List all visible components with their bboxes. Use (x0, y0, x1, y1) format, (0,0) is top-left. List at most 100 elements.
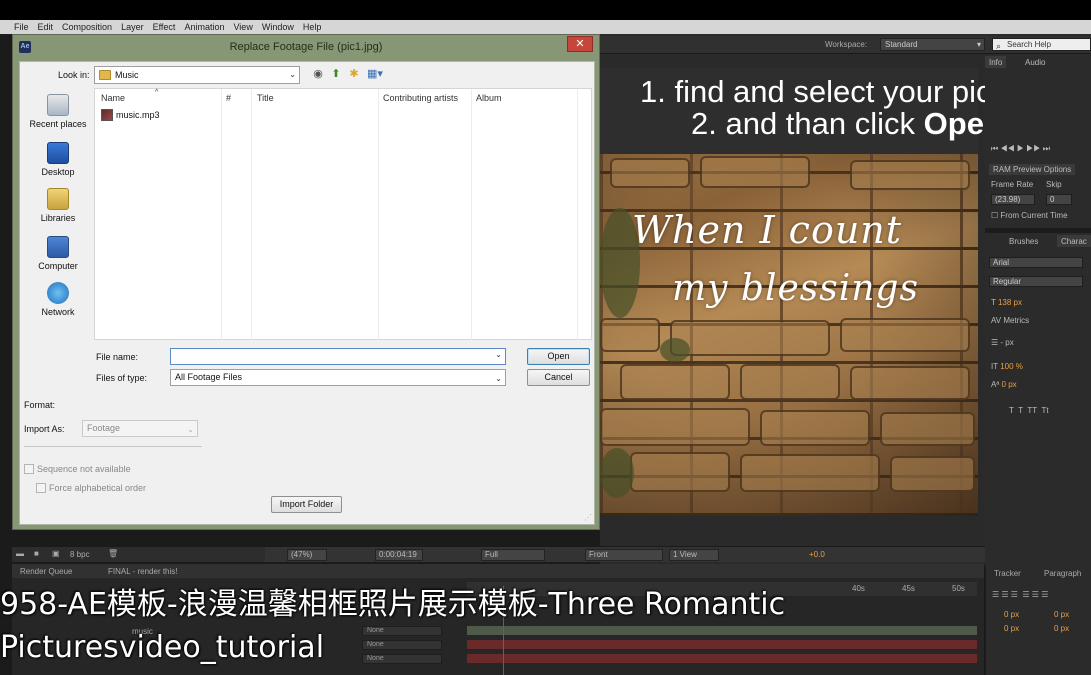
place-recent[interactable]: Recent places (24, 94, 92, 129)
import-folder-button[interactable]: Import Folder (271, 496, 342, 513)
tracking-value: Metrics (1003, 316, 1030, 325)
resize-grip-icon[interactable]: ⋰ (584, 513, 592, 522)
interpret-footage-icon[interactable]: ▬ (16, 549, 24, 558)
tab-paragraph[interactable]: Paragraph (1044, 569, 1081, 578)
caption-line-2: Picturesvideo_tutorial (0, 630, 325, 665)
menu-animation[interactable]: Animation (184, 22, 224, 32)
tab-tracker[interactable]: Tracker (994, 569, 1021, 578)
cancel-button[interactable]: Cancel (527, 369, 590, 386)
menu-layer[interactable]: Layer (121, 22, 144, 32)
menu-window[interactable]: Window (262, 22, 294, 32)
exposure-value[interactable]: +0.0 (809, 550, 825, 559)
search-help-placeholder: Search Help (1007, 40, 1052, 49)
column-header-title[interactable]: Title (257, 93, 274, 103)
import-as-label: Import As: (24, 424, 65, 434)
skip-select[interactable]: 0 (1046, 194, 1072, 205)
up-folder-icon[interactable]: ⬆ (330, 68, 342, 80)
tab-render-queue[interactable]: Render Queue (20, 567, 72, 576)
tab-info[interactable]: Info (985, 56, 1007, 68)
menu-effect[interactable]: Effect (153, 22, 176, 32)
file-name-input[interactable]: ⌄ (170, 348, 506, 365)
chevron-down-icon[interactable]: ⌄ (495, 350, 502, 359)
column-header-album[interactable]: Album (476, 93, 502, 103)
camera-select[interactable]: Front (585, 549, 663, 561)
folder-icon[interactable]: ■ (34, 549, 39, 558)
view-layout-select[interactable]: 1 View (669, 549, 719, 561)
menu-file[interactable]: File (14, 22, 29, 32)
chevron-down-icon: ⌄ (187, 425, 194, 434)
sequence-checkbox[interactable]: Sequence not available (24, 464, 131, 474)
trash-icon[interactable]: 🗑 (108, 549, 118, 558)
place-libraries[interactable]: Libraries (24, 188, 92, 223)
tracking-field[interactable]: AV Metrics (991, 316, 1029, 325)
leading-field[interactable]: ☰ - px (991, 338, 1014, 347)
search-icon: ⌕ (996, 41, 1002, 51)
force-alphabetical-checkbox[interactable]: Force alphabetical order (36, 483, 146, 493)
workspace-select[interactable]: Standard ▾ (880, 38, 985, 51)
zoom-select[interactable]: (47%) (287, 549, 327, 561)
vertical-scale-field[interactable]: IT 100 % (991, 362, 1023, 371)
brick (700, 156, 810, 188)
tab-final-comp[interactable]: FINAL - render this! (108, 567, 178, 576)
computer-icon (47, 236, 69, 258)
menu-bar: File Edit Composition Layer Effect Anima… (0, 20, 1091, 34)
menu-edit[interactable]: Edit (38, 22, 54, 32)
from-current-time-label: From Current Time (1000, 211, 1068, 220)
place-network-label: Network (41, 307, 75, 317)
tab-audio[interactable]: Audio (1021, 56, 1050, 68)
current-time-display[interactable]: 0:00:04:19 (375, 549, 423, 561)
place-network[interactable]: Network (24, 282, 92, 317)
font-size-value: 138 px (997, 298, 1023, 307)
font-family-select[interactable]: Arial (989, 257, 1083, 268)
search-help-input[interactable]: ⌕ Search Help (992, 38, 1091, 51)
tab-brushes[interactable]: Brushes (1005, 235, 1043, 247)
place-recent-label: Recent places (29, 119, 87, 129)
open-button[interactable]: Open (527, 348, 590, 365)
menu-composition[interactable]: Composition (62, 22, 112, 32)
column-divider (378, 89, 379, 341)
look-in-select[interactable]: Music ⌄ (94, 66, 300, 84)
view-menu-icon[interactable]: ▦▾ (366, 68, 384, 80)
place-computer[interactable]: Computer (24, 236, 92, 271)
from-current-time-option[interactable]: ☐ From Current Time (991, 211, 1068, 220)
font-style-select[interactable]: Regular (989, 276, 1083, 287)
column-header-number[interactable]: # (226, 93, 231, 103)
new-folder-icon[interactable]: ✱ (348, 68, 360, 80)
file-list[interactable]: Name ^ # Title Contributing artists Albu… (94, 88, 592, 341)
font-size-icon: T (991, 298, 996, 307)
file-name-label: File name: (96, 352, 139, 362)
baseline-shift-field[interactable]: Aª 0 px (991, 380, 1017, 389)
menu-help[interactable]: Help (303, 22, 322, 32)
column-divider (221, 89, 222, 341)
screen: File Edit Composition Layer Effect Anima… (0, 0, 1091, 675)
font-size-field[interactable]: T 138 px (991, 298, 1022, 307)
column-header-name[interactable]: Name (101, 93, 125, 103)
brick (850, 366, 970, 400)
menu-view[interactable]: View (233, 22, 252, 32)
new-comp-icon[interactable]: ▣ (52, 549, 60, 558)
files-of-type-select[interactable]: All Footage Files ⌄ (170, 369, 506, 386)
ram-preview-header: RAM Preview Options (989, 164, 1076, 175)
skip-label: Skip (1046, 180, 1062, 189)
close-button[interactable]: ✕ (567, 36, 593, 52)
text-style-buttons[interactable]: T T TT Tt (1009, 406, 1049, 415)
list-item[interactable]: music.mp3 (101, 109, 160, 121)
brick (600, 318, 660, 352)
resolution-select[interactable]: Full (481, 549, 545, 561)
column-divider (471, 89, 472, 341)
column-header-artists[interactable]: Contributing artists (383, 93, 458, 103)
import-as-select[interactable]: Footage ⌄ (82, 420, 198, 437)
place-desktop[interactable]: Desktop (24, 142, 92, 177)
tab-character[interactable]: Charac (1057, 235, 1091, 247)
brick (740, 364, 840, 400)
checkbox-icon (24, 464, 34, 474)
replace-footage-dialog: Ae Replace Footage File (pic1.jpg) ✕ Loo… (12, 34, 600, 530)
chevron-down-icon: ▾ (976, 40, 981, 49)
back-icon[interactable]: ◉ (312, 68, 324, 80)
bpc-label[interactable]: 8 bpc (70, 550, 90, 559)
baseline-shift-value: 0 px (1001, 380, 1017, 389)
file-name: music.mp3 (116, 110, 160, 120)
playback-controls[interactable]: ⏮ ◀◀ ▶ ▶▶ ⏭ (991, 144, 1050, 154)
vertical-scale-value: 100 % (1000, 362, 1023, 371)
frame-rate-select[interactable]: (23.98) (991, 194, 1035, 205)
